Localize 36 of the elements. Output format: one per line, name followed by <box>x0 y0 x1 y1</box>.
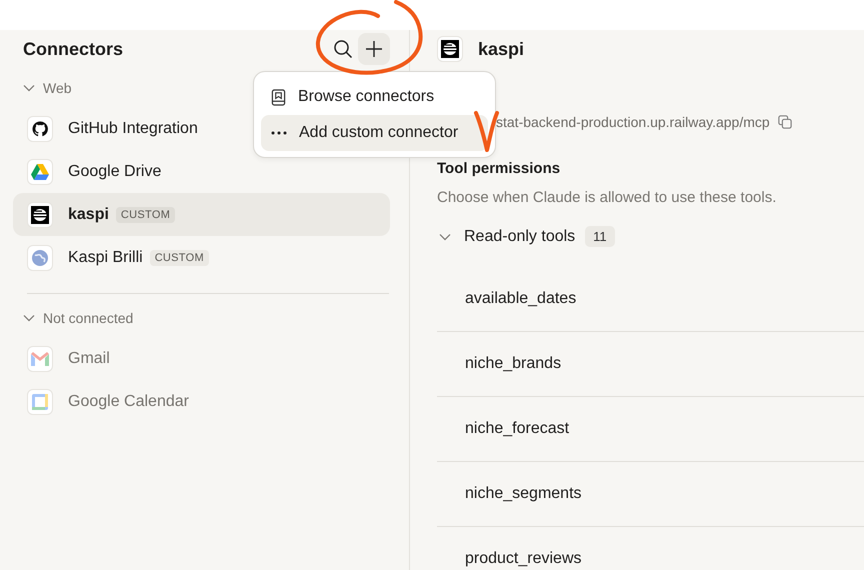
search-icon[interactable] <box>333 39 353 59</box>
panel-title: Connectors <box>23 38 124 60</box>
connector-item[interactable]: kaspi CUSTOM <box>13 193 390 236</box>
tool-name: product_reviews <box>465 550 582 568</box>
copy-icon[interactable] <box>778 115 792 129</box>
menu-item[interactable]: Add custom connector <box>261 115 488 151</box>
section-label: Web <box>43 80 72 96</box>
calendar-icon <box>27 388 53 414</box>
plus-icon <box>365 40 383 58</box>
custom-badge: CUSTOM <box>150 250 209 266</box>
custom-badge: CUSTOM <box>116 206 176 222</box>
tool-name: niche_segments <box>465 485 582 503</box>
section-description: Choose when Claude is allowed to use these tools. <box>437 189 778 206</box>
tool-name: available_dates <box>465 290 576 308</box>
triangle-logo-icon <box>27 158 53 184</box>
stripes-logo-icon <box>437 36 463 62</box>
connector-item[interactable]: Gmail <box>13 337 390 380</box>
connector-item[interactable]: Google Drive <box>13 150 390 193</box>
group-label[interactable]: Read-only tools <box>464 228 576 246</box>
tool-name: niche_brands <box>465 355 562 373</box>
cat-logo-icon <box>27 116 53 142</box>
tool-name: niche_forecast <box>465 420 570 438</box>
book-icon <box>271 88 286 106</box>
connector-item[interactable]: Kaspi Brilli CUSTOM <box>13 236 390 279</box>
envelope-logo-icon <box>27 346 53 372</box>
globe-icon <box>27 244 53 270</box>
section-heading: Tool permissions <box>437 160 562 177</box>
more-icon <box>271 131 287 135</box>
connector-title: kaspi <box>478 38 524 60</box>
section-label: Not connected <box>43 310 134 326</box>
connector-item[interactable]: Google Calendar <box>13 380 390 423</box>
stripes-logo-icon <box>27 202 53 228</box>
add-button[interactable] <box>358 33 390 65</box>
server-url: stat-backend-production.up.railway.app/mcp <box>496 114 770 130</box>
menu-item[interactable]: Browse connectors <box>261 79 488 115</box>
count-badge: 11 <box>585 226 615 247</box>
